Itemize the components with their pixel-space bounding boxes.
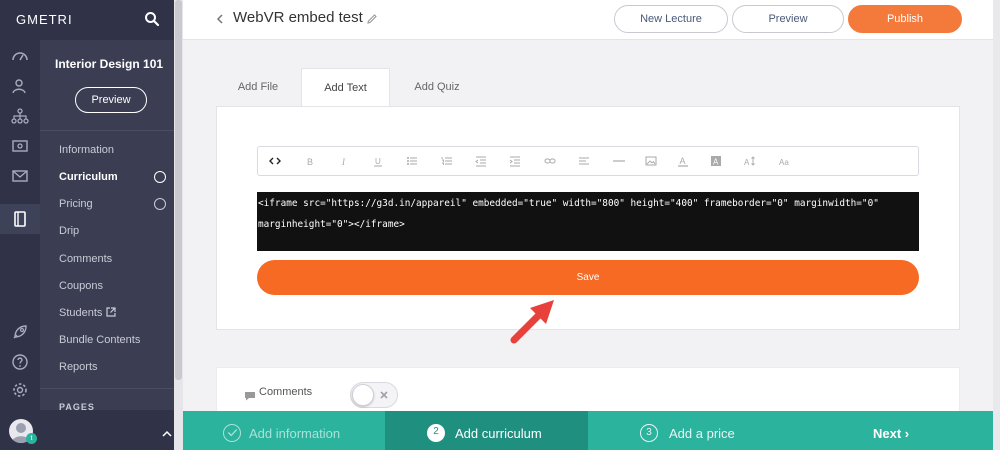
code-line-1: <iframe src="https://g3d.in/appareil" em…: [258, 198, 879, 209]
toggle-knob[interactable]: [352, 384, 374, 406]
text-color-icon[interactable]: A: [677, 154, 689, 167]
save-button[interactable]: Save: [257, 260, 919, 295]
indent-icon[interactable]: [509, 154, 521, 167]
bold-icon[interactable]: B: [304, 154, 316, 167]
font-size-icon[interactable]: A: [744, 154, 756, 167]
bullet-list-icon[interactable]: [406, 154, 418, 166]
nav-item-reports[interactable]: Reports: [59, 361, 98, 373]
wizard-step-2[interactable]: Add curriculum: [455, 426, 542, 441]
tab-add-text[interactable]: Add Text: [301, 68, 390, 106]
pricing-radio[interactable]: [154, 198, 166, 210]
panel-separator: [40, 388, 174, 389]
svg-text:A: A: [713, 158, 719, 167]
brand-logo[interactable]: GMETRI: [16, 12, 73, 27]
panel-scrollbar-thumb[interactable]: [175, 0, 182, 380]
image-icon[interactable]: [645, 154, 657, 166]
preview-button[interactable]: Preview: [732, 5, 844, 33]
nav-item-information[interactable]: Information: [59, 144, 114, 156]
nav-item-bundle-contents[interactable]: Bundle Contents: [59, 334, 140, 346]
nav-item-drip[interactable]: Drip: [59, 225, 79, 237]
search-icon[interactable]: [144, 11, 160, 27]
comments-card: [216, 367, 960, 417]
pencil-icon[interactable]: [366, 12, 378, 24]
new-lecture-button[interactable]: New Lecture: [614, 5, 728, 33]
step-2-number: 2: [427, 424, 445, 442]
svg-text:Aa: Aa: [779, 158, 789, 167]
underline-icon[interactable]: U: [372, 154, 384, 167]
code-editor[interactable]: <iframe src="https://g3d.in/appareil" em…: [257, 192, 919, 251]
svg-text:A: A: [744, 158, 750, 167]
pointer-arrow-icon: [508, 296, 558, 344]
dollar-icon[interactable]: [11, 137, 29, 155]
course-preview-button[interactable]: Preview: [75, 87, 147, 113]
link-icon[interactable]: [544, 154, 556, 166]
mail-icon[interactable]: [11, 167, 29, 185]
course-panel: Interior Design 101 Preview Information …: [40, 40, 174, 412]
close-icon: [378, 388, 390, 400]
font-style-icon[interactable]: Aa: [779, 154, 791, 167]
nav-item-comments[interactable]: Comments: [59, 253, 112, 265]
background-color-icon[interactable]: A: [710, 154, 722, 167]
nav-item-pricing[interactable]: Pricing: [59, 198, 93, 210]
nav-item-students[interactable]: Students: [59, 307, 117, 319]
chevron-up-icon[interactable]: [162, 426, 172, 437]
help-icon[interactable]: [11, 353, 29, 371]
panel-divider: [40, 130, 174, 131]
svg-text:A: A: [680, 156, 686, 166]
course-title: Interior Design 101: [55, 57, 164, 71]
page-scrollbar-track: [993, 0, 1000, 450]
nav-item-curriculum[interactable]: Curriculum: [59, 171, 118, 183]
align-icon[interactable]: [578, 154, 590, 166]
svg-text:U: U: [375, 157, 381, 166]
curriculum-radio[interactable]: [154, 171, 166, 183]
nav-item-students-label: Students: [59, 307, 103, 319]
horizontal-rule-icon[interactable]: [613, 154, 625, 166]
book-icon[interactable]: [11, 210, 29, 228]
rocket-icon[interactable]: [11, 323, 29, 341]
italic-icon[interactable]: I: [338, 154, 350, 167]
tab-add-quiz[interactable]: Add Quiz: [392, 68, 482, 106]
users-icon[interactable]: [11, 77, 29, 95]
network-icon[interactable]: [11, 107, 29, 125]
step-3-number: 3: [640, 424, 658, 442]
tab-add-file[interactable]: Add File: [216, 68, 300, 106]
svg-text:B: B: [307, 157, 313, 167]
svg-text:I: I: [341, 157, 346, 167]
dashboard-icon[interactable]: [11, 47, 29, 65]
next-button[interactable]: Next ›: [873, 426, 909, 441]
settings-icon[interactable]: [11, 381, 29, 399]
outdent-icon[interactable]: [475, 154, 487, 167]
comment-bubble-icon: [244, 388, 256, 401]
avatar-badge: t: [26, 433, 37, 444]
step-1-check-icon: [223, 424, 241, 442]
wizard-step-3[interactable]: Add a price: [669, 426, 735, 441]
wizard-step-1[interactable]: Add information: [249, 426, 340, 441]
comments-label: Comments: [259, 386, 313, 398]
numbered-list-icon[interactable]: [441, 154, 453, 166]
nav-item-coupons[interactable]: Coupons: [59, 280, 103, 292]
code-line-2: marginheight="0"></iframe>: [258, 219, 405, 230]
publish-button[interactable]: Publish: [848, 5, 962, 33]
code-icon[interactable]: [269, 154, 281, 166]
lecture-title: WebVR embed test: [233, 9, 363, 26]
back-chevron-icon[interactable]: [214, 12, 226, 24]
external-link-icon: [106, 307, 117, 317]
